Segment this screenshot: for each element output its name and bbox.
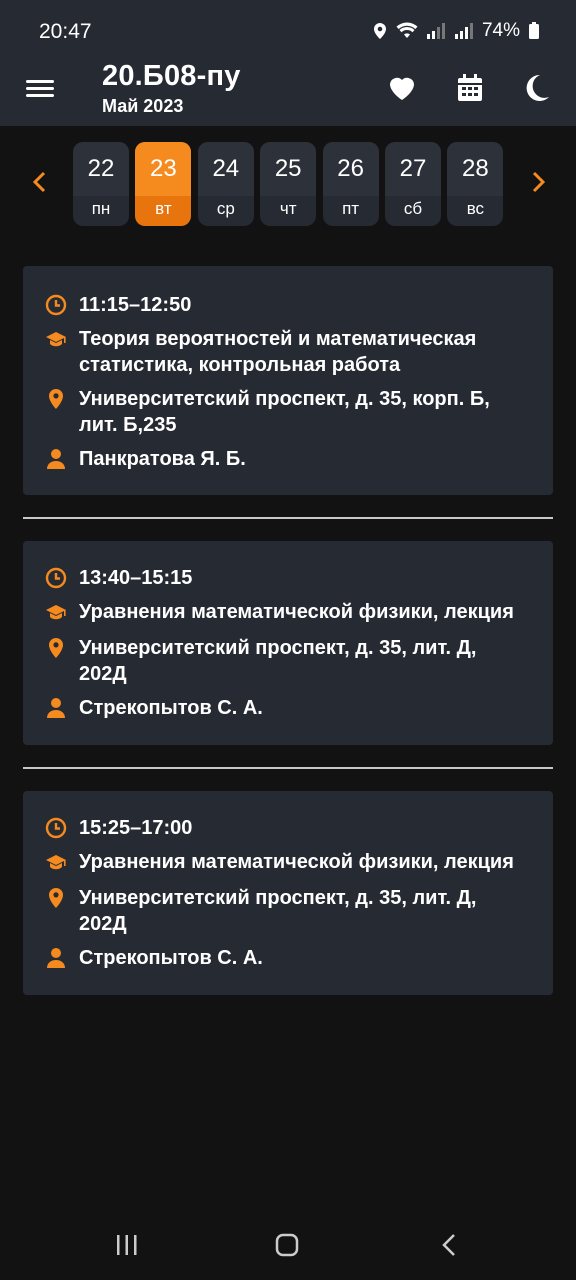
day-of-week: чт [279, 199, 297, 218]
lesson-location: Университетский проспект, д. 35, корп. Б… [79, 388, 490, 436]
menu-icon [26, 80, 54, 83]
clock-icon [45, 817, 67, 839]
day-chip[interactable]: 28 вс [447, 142, 504, 226]
day-chip[interactable]: 26 пт [322, 142, 379, 226]
lesson-teacher-row: Панкратова Я. Б. [45, 446, 519, 472]
location-pin-icon [45, 637, 67, 659]
person-icon [45, 448, 67, 470]
lesson-time-row: 15:25–17:00 [45, 815, 519, 841]
calendar-icon [458, 74, 482, 101]
wifi-icon [396, 22, 418, 38]
back-button[interactable] [437, 1232, 463, 1263]
system-nav-bar [0, 1214, 576, 1280]
lesson-teacher: Стрекопытов С. А. [79, 947, 263, 969]
menu-icon-line [26, 94, 54, 97]
lesson-location-row: Университетский проспект, д. 35, лит. Д,… [45, 885, 519, 937]
recent-apps-button[interactable] [114, 1232, 140, 1263]
lesson-subject: Теория вероятностей и математическая ста… [79, 328, 477, 376]
lesson-card[interactable]: 15:25–17:00 Уравнения математической физи… [23, 791, 553, 995]
lesson-teacher: Панкратова Я. Б. [79, 448, 246, 470]
lesson-divider [23, 767, 553, 769]
status-time: 20:47 [39, 20, 92, 43]
lesson-teacher-row: Стрекопытов С. А. [45, 945, 519, 971]
home-icon [275, 1233, 299, 1257]
day-number: 28 [447, 142, 504, 196]
heart-icon [390, 77, 414, 100]
lesson-time: 13:40–15:15 [79, 567, 193, 589]
person-icon [45, 947, 67, 969]
clock-icon [45, 567, 67, 589]
day-selector: 22 пн 23 вт 24 ср 25 чт 26 пт 27 сб 28 вс [0, 140, 576, 228]
day-of-week: ср [216, 199, 235, 218]
lesson-teacher: Стрекопытов С. А. [79, 697, 263, 719]
graduation-cap-icon [45, 851, 67, 873]
home-button[interactable] [274, 1232, 300, 1263]
calendar-button[interactable] [454, 72, 486, 104]
previous-week-button[interactable] [30, 170, 50, 194]
lesson-subject-row: Уравнения математической физики, лекция [45, 849, 519, 875]
day-number: 25 [260, 142, 317, 196]
chevron-left-icon [32, 171, 46, 193]
lesson-time: 15:25–17:00 [79, 817, 193, 839]
day-number: 26 [322, 142, 379, 196]
battery-percent: 74% [481, 20, 520, 41]
lesson-divider [23, 517, 553, 519]
graduation-cap-icon [45, 601, 67, 623]
day-number: 24 [197, 142, 254, 196]
lesson-time: 11:15–12:50 [79, 294, 192, 316]
lesson-time-row: 11:15–12:50 [45, 292, 519, 318]
app-bar: 20.Б08-пу Май 2023 [0, 60, 576, 126]
favorite-button[interactable] [386, 72, 418, 104]
location-pin-icon [45, 887, 67, 909]
day-of-week: вс [466, 199, 485, 218]
group-title: 20.Б08-пу [102, 60, 241, 92]
day-of-week: пт [342, 199, 360, 218]
lesson-location: Университетский проспект, д. 35, лит. Д,… [79, 887, 477, 935]
clock-icon [45, 294, 67, 316]
moon-icon [526, 74, 549, 101]
next-week-button[interactable] [528, 170, 548, 194]
menu-icon-line [26, 87, 54, 90]
graduation-cap-icon [45, 328, 67, 350]
recent-apps-icon [117, 1235, 137, 1255]
lesson-subject: Уравнения математической физики, лекция [79, 601, 514, 623]
chevron-right-icon [532, 171, 546, 193]
day-number: 23 [135, 142, 192, 196]
menu-button[interactable] [26, 76, 54, 100]
status-bar: 20:47 74% [0, 0, 576, 62]
day-chip[interactable]: 22 пн [73, 142, 129, 226]
lesson-location-row: Университетский проспект, д. 35, корп. Б… [45, 386, 519, 438]
day-of-week: вт [155, 199, 172, 218]
person-icon [45, 697, 67, 719]
day-number: 22 [73, 142, 129, 196]
signal-roaming-icon [454, 23, 473, 39]
day-of-week: пн [91, 199, 111, 218]
lesson-time-row: 13:40–15:15 [45, 565, 519, 591]
lesson-subject-row: Уравнения математической физики, лекция [45, 599, 519, 625]
lesson-subject-row: Теория вероятностей и математическая ста… [45, 326, 519, 378]
lesson-teacher-row: Стрекопытов С. А. [45, 695, 519, 721]
lesson-location-row: Университетский проспект, д. 35, лит. Д,… [45, 635, 519, 687]
day-chip[interactable]: 23 вт [135, 142, 192, 226]
lesson-location: Университетский проспект, д. 35, лит. Д,… [79, 637, 477, 685]
day-chip[interactable]: 27 сб [385, 142, 441, 226]
status-icons: 74% [372, 20, 540, 42]
location-pin-icon [45, 388, 67, 410]
day-number: 27 [385, 142, 441, 196]
day-chip[interactable]: 24 ср [197, 142, 254, 226]
lesson-card[interactable]: 13:40–15:15 Уравнения математической физи… [23, 541, 553, 745]
month-subtitle: Май 2023 [102, 96, 184, 116]
lesson-subject: Уравнения математической физики, лекция [79, 851, 514, 873]
theme-toggle-button[interactable] [520, 72, 552, 104]
location-status-icon [373, 23, 386, 39]
back-icon [442, 1234, 455, 1256]
lesson-card[interactable]: 11:15–12:50 Теория вероятностей и математ… [23, 266, 553, 495]
title-block: 20.Б08-пу Май 2023 [102, 60, 241, 117]
day-chip[interactable]: 25 чт [260, 142, 317, 226]
signal-icon [426, 23, 445, 39]
battery-icon [529, 22, 539, 39]
day-of-week: сб [403, 199, 423, 218]
